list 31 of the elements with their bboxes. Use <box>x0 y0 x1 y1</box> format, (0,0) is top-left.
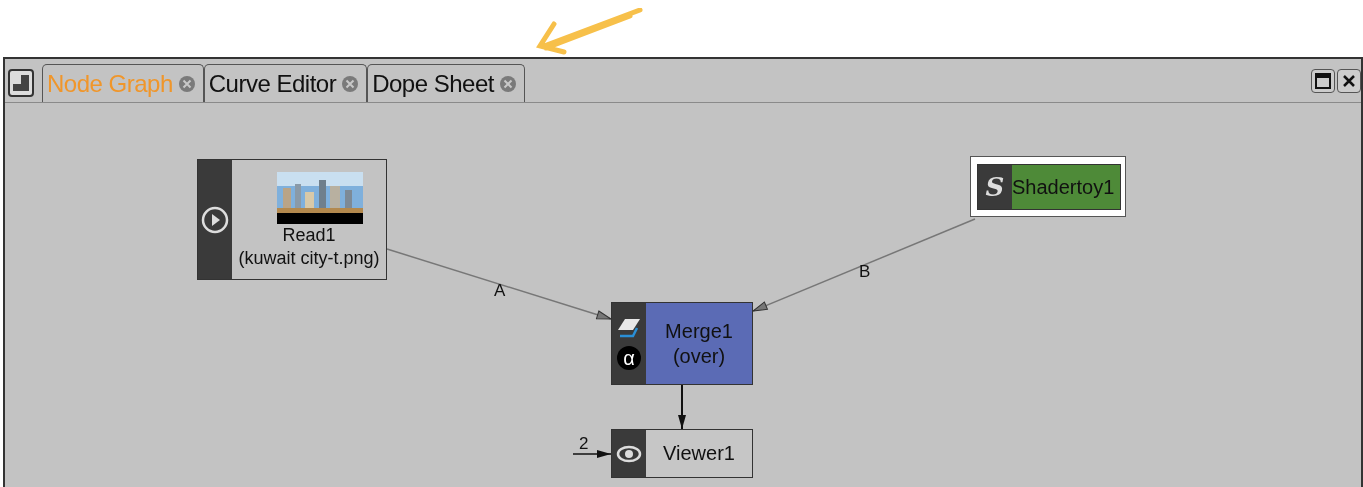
dock-icon <box>12 74 30 92</box>
dock-button[interactable] <box>8 69 34 97</box>
alpha-icon: α <box>617 345 641 370</box>
input-arrow <box>572 450 612 458</box>
edge-label: A <box>494 281 506 300</box>
edge-label: B <box>859 262 871 281</box>
node[interactable]: Viewer1 <box>611 429 753 478</box>
node[interactable]: α Merge1 (over) <box>611 302 753 385</box>
node-label: Viewer1 <box>663 441 735 466</box>
tab[interactable]: Curve Editor <box>203 64 368 102</box>
close-icon[interactable] <box>178 75 195 92</box>
play-icon <box>201 205 229 234</box>
node[interactable]: Read1 (kuwait city-t.png) <box>197 159 387 280</box>
node-sublabel: (over) <box>672 343 726 369</box>
connector <box>678 384 686 430</box>
tab[interactable]: Dope Sheet <box>367 64 525 102</box>
node[interactable]: S Shadertoy1 <box>977 164 1121 210</box>
maximize-icon <box>1315 72 1331 89</box>
close-icon <box>1342 73 1356 88</box>
node-sublabel: (kuwait city-t.png) <box>238 246 380 269</box>
layers-icon <box>617 317 641 338</box>
close-button[interactable] <box>1337 68 1361 93</box>
shader-icon: S <box>985 174 1005 200</box>
node-label: Read1 <box>282 224 336 247</box>
eye-icon <box>616 444 642 463</box>
input-label: 2 <box>579 434 589 453</box>
node-label: Shadertoy1 <box>1012 174 1115 200</box>
close-icon[interactable] <box>499 75 516 92</box>
close-icon[interactable] <box>342 75 359 92</box>
node-label: Merge1 <box>665 318 733 344</box>
maximize-button[interactable] <box>1311 68 1335 93</box>
